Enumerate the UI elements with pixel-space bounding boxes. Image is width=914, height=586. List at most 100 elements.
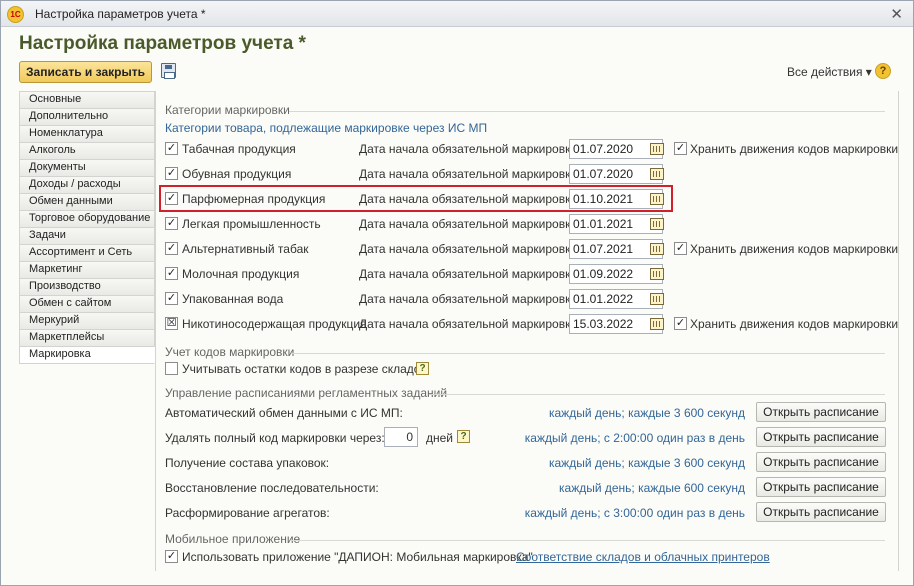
nav-item[interactable]: Алкоголь xyxy=(19,143,155,160)
save-and-close-button[interactable]: Записать и закрыть xyxy=(19,61,152,83)
schedule-description[interactable]: каждый день; с 3:00:00 один раз в день xyxy=(525,506,745,520)
start-date-input[interactable]: 01.10.2021 xyxy=(569,189,663,209)
start-date-input[interactable]: 15.03.2022 xyxy=(569,314,663,334)
nav-item[interactable]: Документы xyxy=(19,160,155,177)
open-schedule-button[interactable]: Открыть расписание xyxy=(756,402,886,422)
nav-item[interactable]: Меркурий xyxy=(19,313,155,330)
nav-item[interactable]: Маркировка xyxy=(19,347,155,364)
start-date-input[interactable]: 01.01.2021 xyxy=(569,214,663,234)
settings-window: 1С Настройка параметров учета * ✕ Настро… xyxy=(0,0,914,586)
schedule-description[interactable]: каждый день; каждые 600 секунд xyxy=(559,481,745,495)
category-checkbox[interactable]: ✓ xyxy=(165,217,178,230)
nav-item[interactable]: Обмен с сайтом xyxy=(19,296,155,313)
app-logo-icon: 1С xyxy=(7,6,24,23)
content-divider xyxy=(898,91,899,571)
date-label: Дата начала обязательной маркировки: xyxy=(359,167,581,181)
schedule-description[interactable]: каждый день; каждые 3 600 секунд xyxy=(549,456,745,470)
schedule-task-label: Автоматический обмен данными с ИС МП: xyxy=(165,406,403,420)
date-label: Дата начала обязательной маркировки: xyxy=(359,267,581,281)
nav-item[interactable]: Ассортимент и Сеть xyxy=(19,245,155,262)
close-icon[interactable]: ✕ xyxy=(890,5,903,23)
calendar-icon[interactable] xyxy=(650,268,664,280)
category-checkbox[interactable]: ✓ xyxy=(165,167,178,180)
all-actions-menu[interactable]: Все действия ▾ xyxy=(787,65,872,79)
nav-item[interactable]: Торговое оборудование xyxy=(19,211,155,228)
calendar-icon[interactable] xyxy=(650,218,664,230)
use-mobile-app-label: Использовать приложение "ДАПИОН: Мобильн… xyxy=(182,550,533,564)
nav-item[interactable]: Основные xyxy=(19,92,155,109)
date-label: Дата начала обязательной маркировки: xyxy=(359,192,581,206)
question-icon[interactable]: ? xyxy=(875,63,891,79)
category-name: Парфюмерная продукция xyxy=(182,192,326,206)
nav-item[interactable]: Производство xyxy=(19,279,155,296)
store-movements-checkbox[interactable]: ✓ xyxy=(674,142,687,155)
store-movements-label: Хранить движения кодов маркировки xyxy=(690,242,899,256)
category-checkbox[interactable]: ✓ xyxy=(165,242,178,255)
open-schedule-button[interactable]: Открыть расписание xyxy=(756,427,886,447)
nav-item[interactable]: Дополнительно xyxy=(19,109,155,126)
category-checkbox[interactable]: ☒ xyxy=(165,317,178,330)
category-checkbox[interactable]: ✓ xyxy=(165,192,178,205)
open-schedule-button[interactable]: Открыть расписание xyxy=(756,452,886,472)
store-movements-checkbox[interactable]: ✓ xyxy=(674,242,687,255)
category-checkbox[interactable]: ✓ xyxy=(165,142,178,155)
calendar-icon[interactable] xyxy=(650,168,664,180)
question-icon[interactable]: ? xyxy=(416,362,429,375)
calendar-icon[interactable] xyxy=(650,318,664,330)
store-movements-label: Хранить движения кодов маркировки xyxy=(690,317,899,331)
category-checkbox[interactable]: ✓ xyxy=(165,267,178,280)
codes-section-title: Учет кодов маркировки xyxy=(165,345,295,359)
date-label: Дата начала обязательной маркировки: xyxy=(359,317,581,331)
floppy-icon[interactable] xyxy=(161,63,176,79)
warehouse-codes-checkbox[interactable] xyxy=(165,362,178,375)
store-movements-checkbox[interactable]: ✓ xyxy=(674,317,687,330)
categories-section-title: Категории маркировки xyxy=(165,103,290,117)
category-name: Альтернативный табак xyxy=(182,242,309,256)
category-name: Обувная продукция xyxy=(182,167,292,181)
section-divider xyxy=(289,111,885,112)
calendar-icon[interactable] xyxy=(650,143,664,155)
date-label: Дата начала обязательной маркировки: xyxy=(359,242,581,256)
mobile-section-title: Мобильное приложение xyxy=(165,532,301,546)
nav-item[interactable]: Маркетплейсы xyxy=(19,330,155,347)
warehouse-codes-label: Учитывать остатки кодов в разрезе складо… xyxy=(182,362,427,376)
categories-subtitle: Категории товара, подлежащие маркировке … xyxy=(165,121,488,135)
open-schedule-button[interactable]: Открыть расписание xyxy=(756,502,886,522)
use-mobile-app-checkbox[interactable]: ✓ xyxy=(165,550,178,563)
category-checkbox[interactable]: ✓ xyxy=(165,292,178,305)
open-schedule-button[interactable]: Открыть расписание xyxy=(756,477,886,497)
date-label: Дата начала обязательной маркировки: xyxy=(359,292,581,306)
nav-item[interactable]: Обмен данными xyxy=(19,194,155,211)
schedule-description[interactable]: каждый день; с 2:00:00 один раз в день xyxy=(525,431,745,445)
nav-item[interactable]: Маркетинг xyxy=(19,262,155,279)
nav-item[interactable]: Номенклатура xyxy=(19,126,155,143)
start-date-input[interactable]: 01.09.2022 xyxy=(569,264,663,284)
section-divider xyxy=(291,540,885,541)
start-date-input[interactable]: 01.07.2021 xyxy=(569,239,663,259)
start-date-input[interactable]: 01.01.2022 xyxy=(569,289,663,309)
days-input[interactable]: 0 xyxy=(384,427,418,447)
calendar-icon[interactable] xyxy=(650,293,664,305)
warehouse-printer-mapping-link[interactable]: Соответствие складов и облачных принтеро… xyxy=(516,550,770,564)
store-movements-label: Хранить движения кодов маркировки xyxy=(690,142,899,156)
start-date-input[interactable]: 01.07.2020 xyxy=(569,164,663,184)
nav-item[interactable]: Доходы / расходы xyxy=(19,177,155,194)
calendar-icon[interactable] xyxy=(650,193,664,205)
window-title: Настройка параметров учета * xyxy=(35,7,206,21)
schedule-task-label: Получение состава упаковок: xyxy=(165,456,330,470)
start-date-input[interactable]: 01.07.2020 xyxy=(569,139,663,159)
title-bar: 1С Настройка параметров учета * ✕ xyxy=(1,1,913,27)
section-nav: Основные Дополнительно Номенклатура Алкогол… xyxy=(19,91,155,364)
nav-item[interactable]: Задачи xyxy=(19,228,155,245)
question-icon[interactable]: ? xyxy=(457,430,470,443)
settings-content xyxy=(155,91,899,571)
category-name: Табачная продукция xyxy=(182,142,296,156)
category-name: Никотиносодержащая продукция xyxy=(182,317,367,331)
calendar-icon[interactable] xyxy=(650,243,664,255)
schedule-task-label: Восстановление последовательности: xyxy=(165,481,379,495)
schedule-section-title: Управление расписаниями регламентных зад… xyxy=(165,386,448,400)
page-title: Настройка параметров учета * xyxy=(19,33,306,54)
schedule-description[interactable]: каждый день; каждые 3 600 секунд xyxy=(549,406,745,420)
days-unit-label: дней xyxy=(426,431,454,445)
schedule-task-label: Расформирование агрегатов: xyxy=(165,506,330,520)
